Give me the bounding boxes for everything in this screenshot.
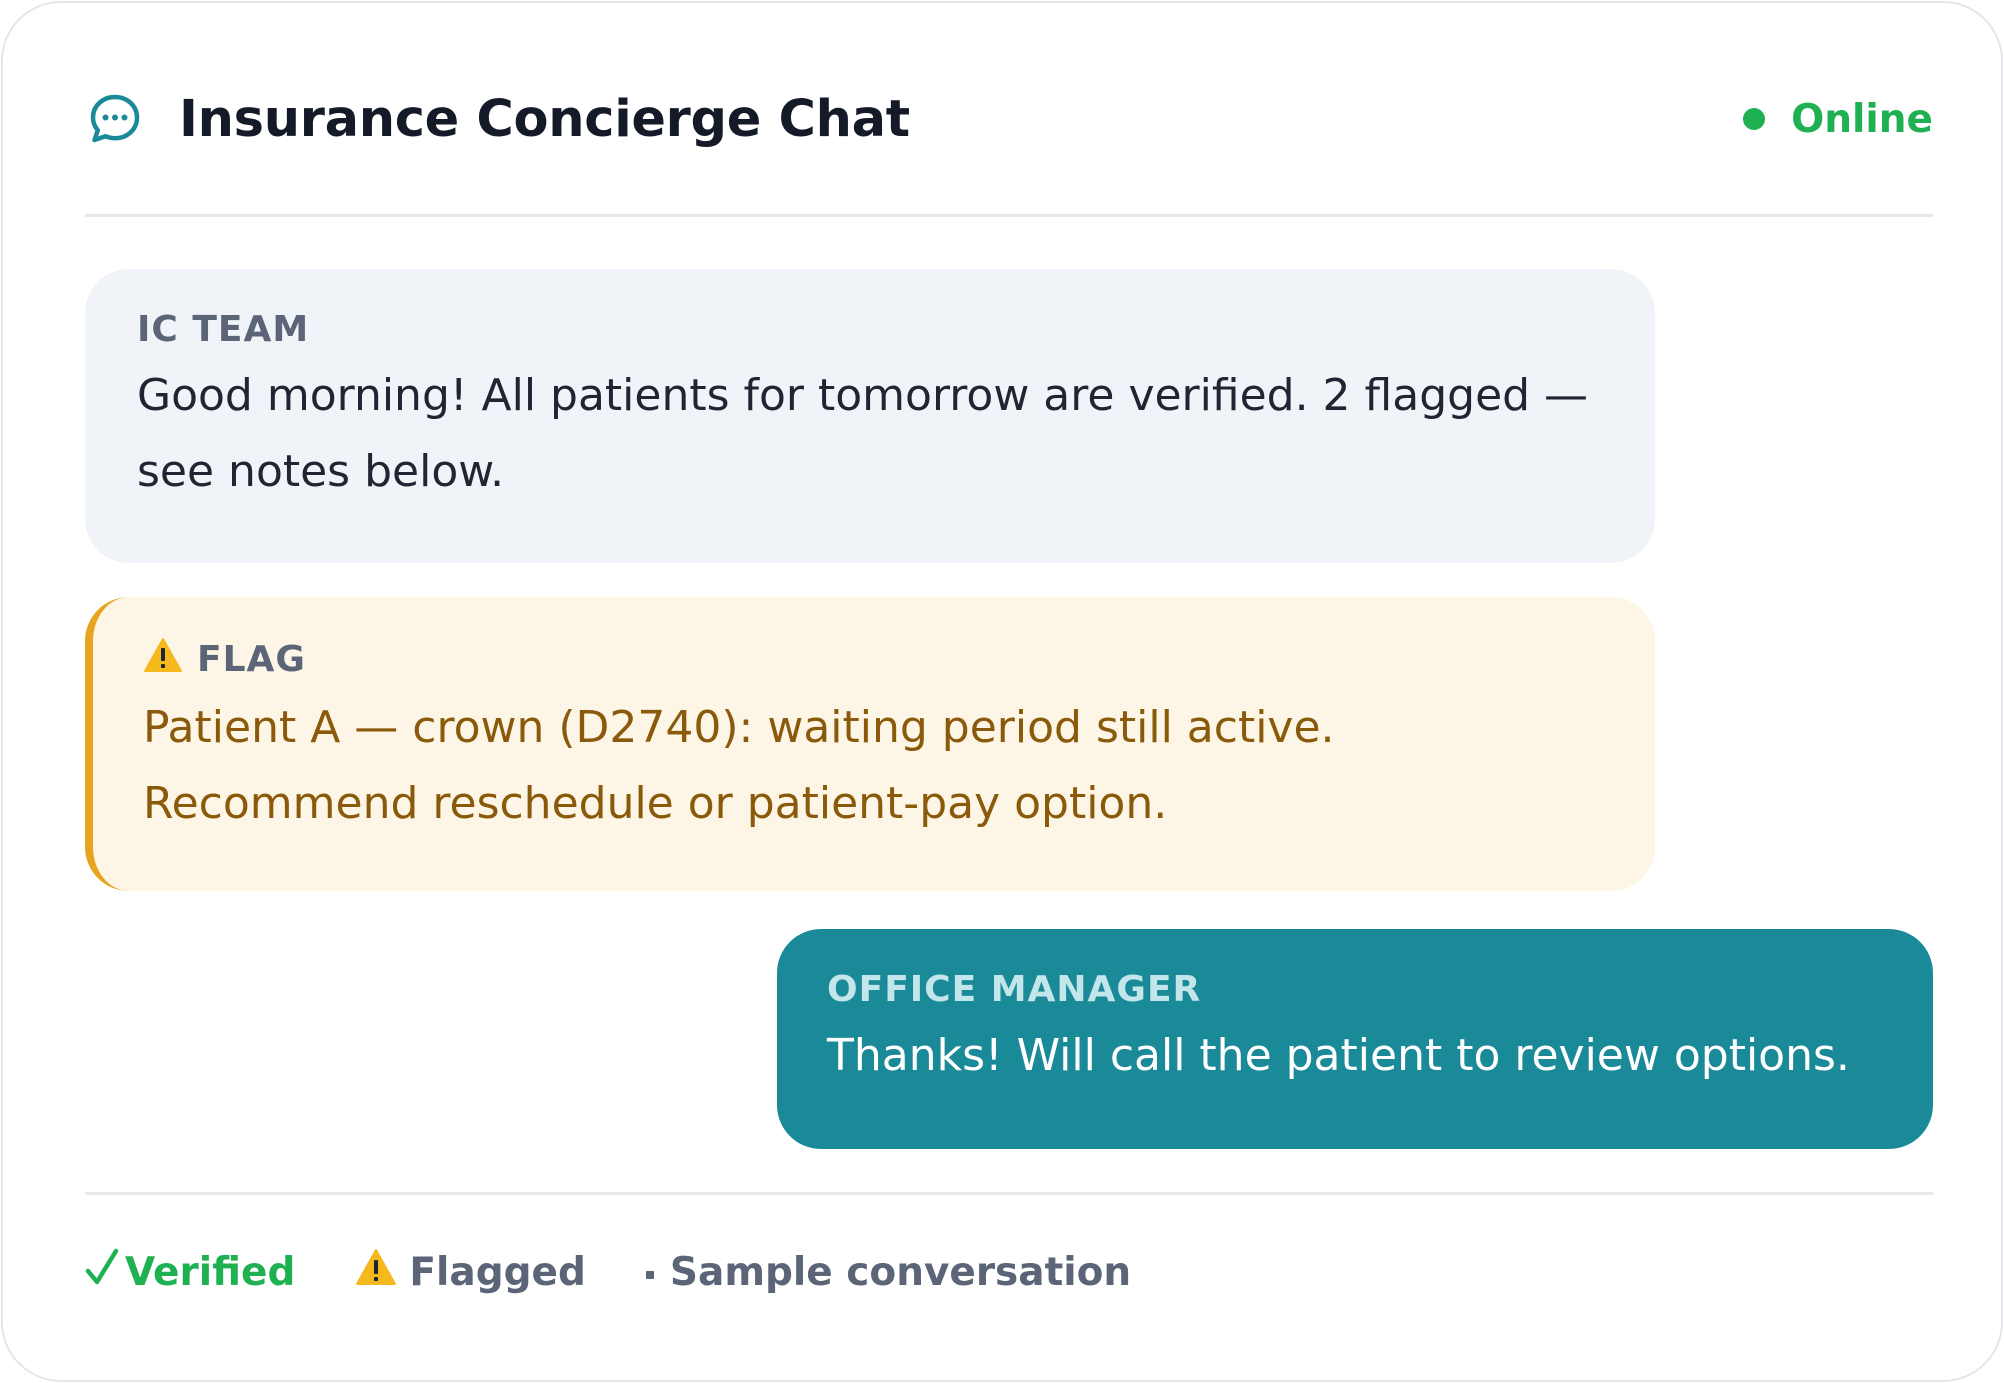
- header-divider: [85, 214, 1933, 217]
- message-ic-team: IC TEAM Good morning! All patients for t…: [85, 269, 1655, 563]
- message-sender: FLAG: [197, 639, 306, 680]
- legend-verified-label: Verified: [125, 1249, 296, 1295]
- chat-card: Insurance Concierge Chat Online IC TEAM …: [1, 1, 2003, 1382]
- check-icon: [85, 1247, 119, 1297]
- warning-icon: [355, 1248, 397, 1296]
- chat-title: Insurance Concierge Chat: [179, 89, 910, 149]
- legend-verified: Verified: [85, 1247, 295, 1297]
- legend-flagged: Flagged: [355, 1248, 586, 1296]
- message-sender: OFFICE MANAGER: [827, 969, 1202, 1010]
- message-text: Patient A — crown (D2740): waiting perio…: [143, 702, 1335, 829]
- message-sender-row: FLAG: [143, 637, 1603, 682]
- message-text: Thanks! Will call the patient to review …: [827, 1030, 1850, 1081]
- warning-icon: [143, 637, 183, 682]
- status-label: Online: [1791, 96, 1933, 142]
- chat-header: Insurance Concierge Chat Online: [85, 87, 1933, 151]
- message-sender: IC TEAM: [137, 309, 310, 350]
- status-dot-icon: [1743, 108, 1766, 130]
- message-flag: FLAG Patient A — crown (D2740): waiting …: [85, 597, 1655, 891]
- message-office-manager: OFFICE MANAGER Thanks! Will call the pat…: [777, 929, 1933, 1149]
- chat-bubble-icon: [85, 89, 145, 149]
- legend-sample: Sample conversation: [645, 1249, 1132, 1295]
- legend: Verified Flagged Sample conversation: [85, 1247, 1191, 1297]
- online-status: Online: [1743, 97, 1933, 142]
- bullet-icon: [645, 1271, 654, 1279]
- message-text: Good morning! All patients for tomorrow …: [137, 370, 1589, 497]
- legend-sample-label: Sample conversation: [669, 1249, 1132, 1295]
- legend-flagged-label: Flagged: [409, 1249, 586, 1295]
- footer-divider: [85, 1192, 1933, 1195]
